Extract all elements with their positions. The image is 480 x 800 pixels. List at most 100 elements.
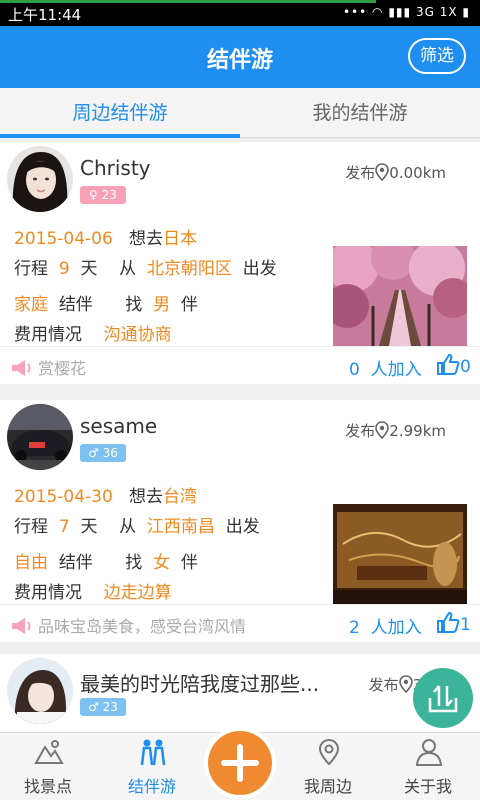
wifi-icon: ◠ (372, 5, 384, 19)
trip-tag: 赏樱花 (10, 355, 86, 379)
publish-label: 发布 (368, 676, 399, 694)
publish-label: 发布 (345, 422, 376, 440)
mountain-icon (34, 740, 64, 764)
nav-nearby[interactable]: 我周边 (280, 733, 376, 800)
location-pin-icon (375, 163, 390, 182)
cost-row: 费用情况 沟通协商 (14, 320, 172, 345)
username: Christy (80, 156, 151, 180)
like-count: 0 (460, 357, 471, 377)
cost-label: 费用情况 (14, 583, 82, 603)
tab-my-partners[interactable]: 我的结伴游 (240, 88, 480, 138)
app-bar: 结伴游 筛选 (0, 26, 480, 88)
joined-label: 人加入 (370, 618, 422, 638)
itinerary-row: 行程 7 天 从 江西南昌 出发 (14, 512, 260, 537)
like-button[interactable]: 0 (436, 353, 471, 377)
gender-symbol: ♀ (89, 188, 98, 202)
person-icon (415, 739, 443, 766)
trip-photo-cherry-blossom[interactable] (333, 246, 467, 346)
destination: 台湾 (163, 487, 198, 507)
gender-age-badge: ♂ 23 (80, 698, 126, 716)
nav-label: 我周边 (303, 777, 352, 796)
origin: 江西南昌 (146, 517, 215, 537)
itinerary-label: 行程 (14, 517, 48, 537)
tag-text: 赏樱花 (38, 359, 87, 378)
tag-text: 品味宝岛美食，感受台湾风情 (38, 617, 247, 636)
upload-download-icon (428, 685, 458, 713)
cost-value: 边走边算 (103, 583, 172, 603)
like-button[interactable]: 1 (436, 611, 471, 635)
post-card[interactable]: 最美的时光陪我度过那些... ♂ 23 发布3.75 (0, 654, 480, 732)
nav-label: 结伴游 (127, 777, 176, 796)
download-button[interactable] (413, 668, 473, 728)
system-icons: ••• ◠ ▮▮▮ 3G 1X ▮ (342, 5, 470, 19)
location-pin-icon (375, 421, 390, 440)
add-button-circle (208, 731, 272, 795)
megaphone-icon (12, 618, 31, 634)
depart-label: 出发 (242, 259, 277, 279)
trip-tag: 品味宝岛美食，感受台湾风情 (10, 613, 246, 637)
trip-date: 2015-04-30 (14, 487, 113, 507)
status-time: 上午11:44 (8, 6, 82, 24)
distance: 0.00km (389, 164, 446, 182)
post-card[interactable]: Christy ♀ 23 发布 0.00km 2015-04-06 想去日本 行程… (0, 142, 480, 384)
thumbs-up-icon (437, 611, 460, 633)
destination: 日本 (163, 229, 198, 249)
megaphone-icon (12, 360, 31, 376)
thumbs-up-icon (437, 353, 460, 375)
days-count: 7 (58, 517, 70, 537)
avatar[interactable] (7, 146, 73, 212)
nav-label: 关于我 (403, 777, 452, 796)
add-trip-button[interactable] (204, 727, 276, 799)
nav-travel-partners[interactable]: 结伴游 (104, 733, 200, 800)
bottom-navigation: 找景点 结伴游 我周边 关于我 (0, 727, 480, 800)
signal-icon: ▮▮▮ (388, 5, 412, 19)
seek-gender: 男 (153, 295, 171, 315)
avatar[interactable] (7, 658, 73, 724)
trip-date-row: 2015-04-30 想去台湾 (14, 482, 197, 507)
days-label: 天 (80, 259, 98, 279)
age: 23 (101, 188, 117, 202)
publish-location: 发布 2.99km (345, 420, 446, 441)
gender-symbol: ♂ (88, 700, 99, 714)
want-go-label: 想去 (129, 487, 164, 507)
companion-label: 伴 (180, 295, 198, 315)
find-label: 找 (125, 553, 143, 573)
username: sesame (80, 414, 158, 438)
partner-label: 结伴 (58, 553, 93, 573)
from-label: 从 (119, 259, 137, 279)
itinerary-label: 行程 (14, 259, 48, 279)
trip-photo-taiwan[interactable] (333, 504, 467, 604)
partner-type: 自由 (14, 553, 48, 573)
itinerary-row: 行程 9 天 从 北京朝阳区 出发 (14, 254, 277, 279)
filter-button[interactable]: 筛选 (408, 38, 466, 74)
nav-find-attractions[interactable]: 找景点 (0, 733, 96, 800)
origin: 北京朝阳区 (146, 259, 232, 279)
distance: 2.99km (389, 422, 446, 440)
joined-number: 0 (349, 360, 360, 380)
seek-gender: 女 (153, 553, 171, 573)
from-label: 从 (119, 517, 137, 537)
post-card[interactable]: sesame ♂ 36 发布 2.99km 2015-04-30 想去台湾 行程 … (0, 400, 480, 642)
publish-location: 发布 0.00km (345, 162, 446, 183)
joined-number: 2 (349, 618, 360, 638)
joined-count[interactable]: 2 人加入 (349, 613, 422, 638)
network-type: 3G 1X (415, 5, 458, 19)
want-go-label: 想去 (129, 229, 164, 249)
days-count: 9 (58, 259, 70, 279)
tab-nearby-partners[interactable]: 周边结伴游 (0, 88, 240, 138)
cost-label: 费用情况 (14, 325, 82, 345)
trip-date-row: 2015-04-06 想去日本 (14, 224, 197, 249)
nav-about-me[interactable]: 关于我 (380, 733, 476, 800)
username: 最美的时光陪我度过那些... (80, 672, 320, 696)
publish-label: 发布 (345, 164, 376, 182)
status-bar: 上午11:44 ••• ◠ ▮▮▮ 3G 1X ▮ (0, 0, 480, 26)
location-pin-icon (398, 675, 413, 694)
gender-age-badge: ♀ 23 (80, 186, 126, 204)
like-count: 1 (460, 615, 471, 635)
post-feed[interactable]: Christy ♀ 23 发布 0.00km 2015-04-06 想去日本 行程… (0, 138, 480, 732)
location-icon (318, 738, 340, 766)
avatar[interactable] (7, 404, 73, 470)
trip-date: 2015-04-06 (14, 229, 113, 249)
joined-count[interactable]: 0 人加入 (349, 355, 422, 380)
nav-label: 找景点 (23, 777, 72, 796)
